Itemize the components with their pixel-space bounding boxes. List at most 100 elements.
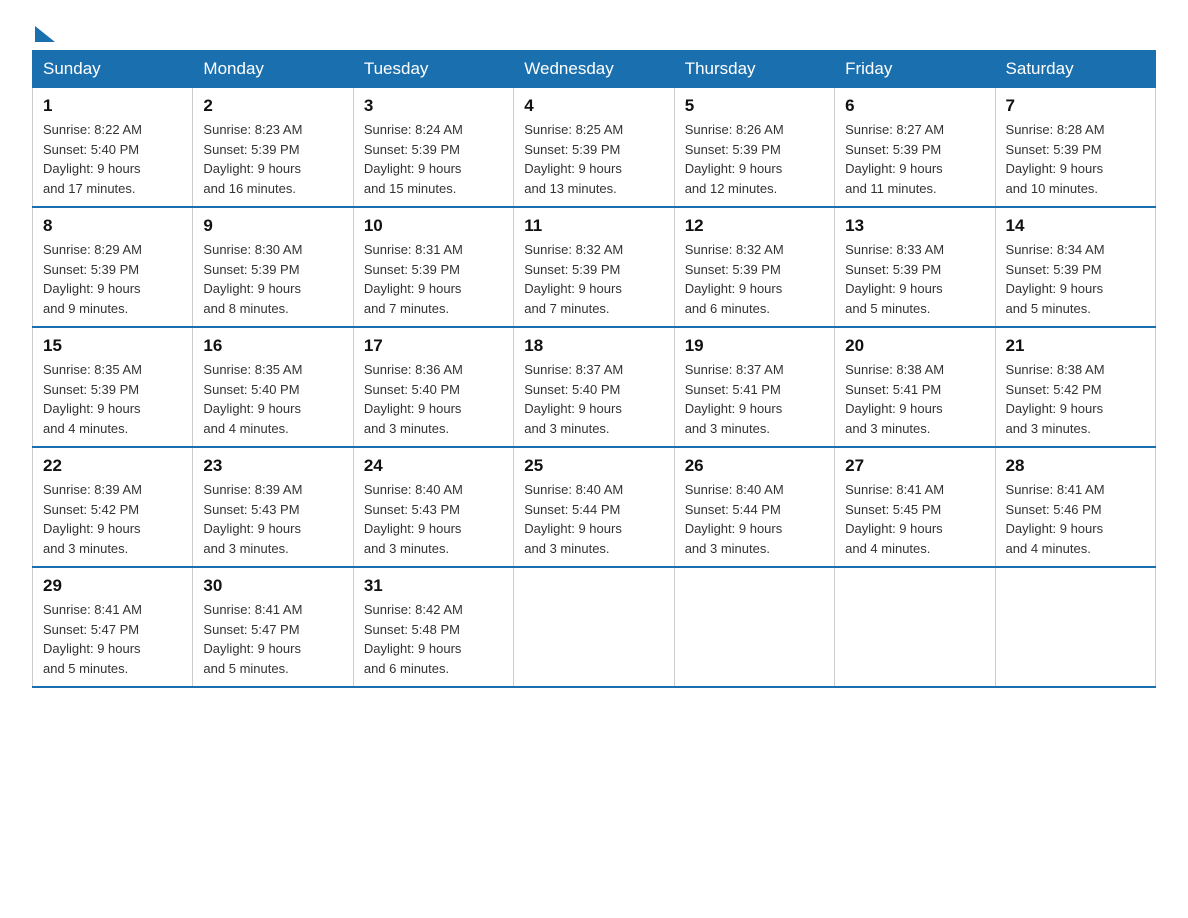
- day-number: 25: [524, 456, 663, 476]
- day-info: Sunrise: 8:35 AM Sunset: 5:39 PM Dayligh…: [43, 360, 182, 438]
- day-number: 19: [685, 336, 824, 356]
- day-number: 14: [1006, 216, 1145, 236]
- calendar-day-cell: [514, 567, 674, 687]
- calendar-day-cell: 6 Sunrise: 8:27 AM Sunset: 5:39 PM Dayli…: [835, 88, 995, 208]
- day-number: 11: [524, 216, 663, 236]
- day-number: 1: [43, 96, 182, 116]
- calendar-day-cell: 15 Sunrise: 8:35 AM Sunset: 5:39 PM Dayl…: [33, 327, 193, 447]
- calendar-header-sunday: Sunday: [33, 51, 193, 88]
- day-number: 2: [203, 96, 342, 116]
- calendar-day-cell: 8 Sunrise: 8:29 AM Sunset: 5:39 PM Dayli…: [33, 207, 193, 327]
- day-info: Sunrise: 8:38 AM Sunset: 5:42 PM Dayligh…: [1006, 360, 1145, 438]
- calendar-day-cell: 22 Sunrise: 8:39 AM Sunset: 5:42 PM Dayl…: [33, 447, 193, 567]
- day-info: Sunrise: 8:22 AM Sunset: 5:40 PM Dayligh…: [43, 120, 182, 198]
- calendar-table: SundayMondayTuesdayWednesdayThursdayFrid…: [32, 50, 1156, 688]
- day-number: 17: [364, 336, 503, 356]
- day-number: 30: [203, 576, 342, 596]
- day-number: 3: [364, 96, 503, 116]
- calendar-day-cell: 21 Sunrise: 8:38 AM Sunset: 5:42 PM Dayl…: [995, 327, 1155, 447]
- day-info: Sunrise: 8:23 AM Sunset: 5:39 PM Dayligh…: [203, 120, 342, 198]
- calendar-week-row: 22 Sunrise: 8:39 AM Sunset: 5:42 PM Dayl…: [33, 447, 1156, 567]
- calendar-day-cell: 23 Sunrise: 8:39 AM Sunset: 5:43 PM Dayl…: [193, 447, 353, 567]
- day-number: 22: [43, 456, 182, 476]
- calendar-day-cell: 27 Sunrise: 8:41 AM Sunset: 5:45 PM Dayl…: [835, 447, 995, 567]
- day-info: Sunrise: 8:27 AM Sunset: 5:39 PM Dayligh…: [845, 120, 984, 198]
- day-info: Sunrise: 8:32 AM Sunset: 5:39 PM Dayligh…: [524, 240, 663, 318]
- day-info: Sunrise: 8:33 AM Sunset: 5:39 PM Dayligh…: [845, 240, 984, 318]
- page-header: [32, 24, 1156, 34]
- calendar-day-cell: 26 Sunrise: 8:40 AM Sunset: 5:44 PM Dayl…: [674, 447, 834, 567]
- calendar-day-cell: 14 Sunrise: 8:34 AM Sunset: 5:39 PM Dayl…: [995, 207, 1155, 327]
- day-number: 8: [43, 216, 182, 236]
- day-number: 13: [845, 216, 984, 236]
- day-info: Sunrise: 8:41 AM Sunset: 5:47 PM Dayligh…: [43, 600, 182, 678]
- calendar-week-row: 8 Sunrise: 8:29 AM Sunset: 5:39 PM Dayli…: [33, 207, 1156, 327]
- day-info: Sunrise: 8:32 AM Sunset: 5:39 PM Dayligh…: [685, 240, 824, 318]
- day-info: Sunrise: 8:31 AM Sunset: 5:39 PM Dayligh…: [364, 240, 503, 318]
- calendar-week-row: 15 Sunrise: 8:35 AM Sunset: 5:39 PM Dayl…: [33, 327, 1156, 447]
- calendar-day-cell: 2 Sunrise: 8:23 AM Sunset: 5:39 PM Dayli…: [193, 88, 353, 208]
- day-info: Sunrise: 8:36 AM Sunset: 5:40 PM Dayligh…: [364, 360, 503, 438]
- day-info: Sunrise: 8:29 AM Sunset: 5:39 PM Dayligh…: [43, 240, 182, 318]
- calendar-day-cell: 20 Sunrise: 8:38 AM Sunset: 5:41 PM Dayl…: [835, 327, 995, 447]
- calendar-day-cell: [995, 567, 1155, 687]
- day-info: Sunrise: 8:39 AM Sunset: 5:43 PM Dayligh…: [203, 480, 342, 558]
- day-number: 26: [685, 456, 824, 476]
- calendar-day-cell: 11 Sunrise: 8:32 AM Sunset: 5:39 PM Dayl…: [514, 207, 674, 327]
- day-number: 18: [524, 336, 663, 356]
- calendar-day-cell: 28 Sunrise: 8:41 AM Sunset: 5:46 PM Dayl…: [995, 447, 1155, 567]
- day-number: 27: [845, 456, 984, 476]
- calendar-day-cell: 18 Sunrise: 8:37 AM Sunset: 5:40 PM Dayl…: [514, 327, 674, 447]
- calendar-day-cell: [835, 567, 995, 687]
- day-number: 24: [364, 456, 503, 476]
- day-number: 16: [203, 336, 342, 356]
- day-info: Sunrise: 8:35 AM Sunset: 5:40 PM Dayligh…: [203, 360, 342, 438]
- calendar-day-cell: 13 Sunrise: 8:33 AM Sunset: 5:39 PM Dayl…: [835, 207, 995, 327]
- day-info: Sunrise: 8:41 AM Sunset: 5:45 PM Dayligh…: [845, 480, 984, 558]
- day-info: Sunrise: 8:40 AM Sunset: 5:44 PM Dayligh…: [524, 480, 663, 558]
- day-info: Sunrise: 8:39 AM Sunset: 5:42 PM Dayligh…: [43, 480, 182, 558]
- day-number: 21: [1006, 336, 1145, 356]
- day-info: Sunrise: 8:37 AM Sunset: 5:41 PM Dayligh…: [685, 360, 824, 438]
- day-info: Sunrise: 8:34 AM Sunset: 5:39 PM Dayligh…: [1006, 240, 1145, 318]
- calendar-week-row: 29 Sunrise: 8:41 AM Sunset: 5:47 PM Dayl…: [33, 567, 1156, 687]
- calendar-day-cell: [674, 567, 834, 687]
- calendar-day-cell: 24 Sunrise: 8:40 AM Sunset: 5:43 PM Dayl…: [353, 447, 513, 567]
- logo: [32, 24, 55, 34]
- calendar-day-cell: 29 Sunrise: 8:41 AM Sunset: 5:47 PM Dayl…: [33, 567, 193, 687]
- calendar-header-friday: Friday: [835, 51, 995, 88]
- calendar-day-cell: 12 Sunrise: 8:32 AM Sunset: 5:39 PM Dayl…: [674, 207, 834, 327]
- calendar-day-cell: 1 Sunrise: 8:22 AM Sunset: 5:40 PM Dayli…: [33, 88, 193, 208]
- calendar-day-cell: 5 Sunrise: 8:26 AM Sunset: 5:39 PM Dayli…: [674, 88, 834, 208]
- day-number: 6: [845, 96, 984, 116]
- calendar-day-cell: 10 Sunrise: 8:31 AM Sunset: 5:39 PM Dayl…: [353, 207, 513, 327]
- day-info: Sunrise: 8:25 AM Sunset: 5:39 PM Dayligh…: [524, 120, 663, 198]
- calendar-day-cell: 16 Sunrise: 8:35 AM Sunset: 5:40 PM Dayl…: [193, 327, 353, 447]
- logo-arrow-icon: [35, 26, 55, 42]
- calendar-header-monday: Monday: [193, 51, 353, 88]
- calendar-header-wednesday: Wednesday: [514, 51, 674, 88]
- calendar-header-tuesday: Tuesday: [353, 51, 513, 88]
- day-number: 28: [1006, 456, 1145, 476]
- calendar-day-cell: 4 Sunrise: 8:25 AM Sunset: 5:39 PM Dayli…: [514, 88, 674, 208]
- day-info: Sunrise: 8:40 AM Sunset: 5:43 PM Dayligh…: [364, 480, 503, 558]
- calendar-header-row: SundayMondayTuesdayWednesdayThursdayFrid…: [33, 51, 1156, 88]
- day-info: Sunrise: 8:26 AM Sunset: 5:39 PM Dayligh…: [685, 120, 824, 198]
- day-number: 5: [685, 96, 824, 116]
- calendar-week-row: 1 Sunrise: 8:22 AM Sunset: 5:40 PM Dayli…: [33, 88, 1156, 208]
- day-info: Sunrise: 8:37 AM Sunset: 5:40 PM Dayligh…: [524, 360, 663, 438]
- day-number: 23: [203, 456, 342, 476]
- day-number: 4: [524, 96, 663, 116]
- day-info: Sunrise: 8:42 AM Sunset: 5:48 PM Dayligh…: [364, 600, 503, 678]
- calendar-day-cell: 7 Sunrise: 8:28 AM Sunset: 5:39 PM Dayli…: [995, 88, 1155, 208]
- day-number: 31: [364, 576, 503, 596]
- day-number: 10: [364, 216, 503, 236]
- calendar-day-cell: 17 Sunrise: 8:36 AM Sunset: 5:40 PM Dayl…: [353, 327, 513, 447]
- day-number: 20: [845, 336, 984, 356]
- day-info: Sunrise: 8:30 AM Sunset: 5:39 PM Dayligh…: [203, 240, 342, 318]
- day-info: Sunrise: 8:38 AM Sunset: 5:41 PM Dayligh…: [845, 360, 984, 438]
- day-number: 15: [43, 336, 182, 356]
- calendar-day-cell: 9 Sunrise: 8:30 AM Sunset: 5:39 PM Dayli…: [193, 207, 353, 327]
- calendar-day-cell: 19 Sunrise: 8:37 AM Sunset: 5:41 PM Dayl…: [674, 327, 834, 447]
- day-info: Sunrise: 8:40 AM Sunset: 5:44 PM Dayligh…: [685, 480, 824, 558]
